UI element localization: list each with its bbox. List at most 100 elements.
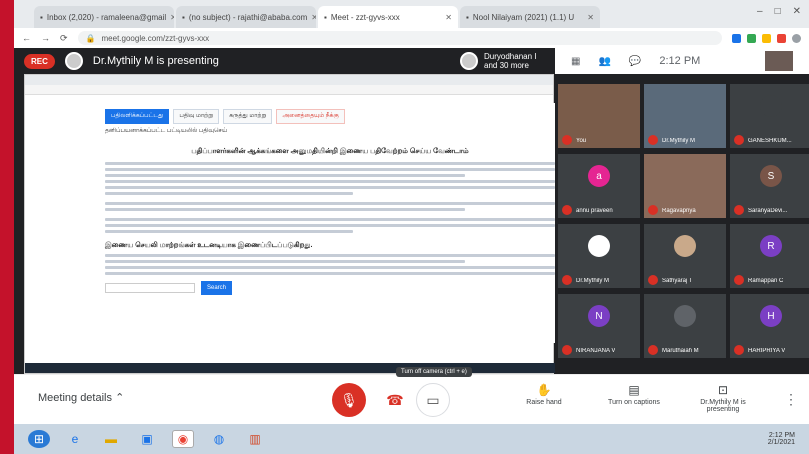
close-tab-icon[interactable]: ✕	[170, 13, 174, 22]
tab-label: Meet - zzt-gyvs-xxx	[330, 12, 400, 22]
browser-tab[interactable]: ▪ Meet - zzt-gyvs-xxx ✕	[318, 6, 458, 28]
chrome-icon[interactable]: ◉	[172, 430, 194, 448]
participant-tile[interactable]: R Ramappan C	[730, 224, 809, 288]
presenter-text: Dr.Mythily M is presenting	[92, 55, 219, 67]
participant-tile[interactable]: S SaranyaDevi...	[730, 154, 809, 218]
mic-muted-icon	[562, 275, 572, 285]
close-tab-icon[interactable]: ✕	[587, 13, 594, 22]
reload-icon[interactable]: ⟳	[60, 33, 68, 44]
document-title: பதிப்பாளர்களின் ஆக்கங்களை அனுமதியின்றி இ…	[191, 148, 469, 155]
address-bar[interactable]: 🔒 meet.google.com/zzt-gyvs-xxx	[77, 31, 722, 45]
participant-name: Ragavapriya	[662, 208, 696, 214]
participant-tile[interactable]: Ragavapriya	[644, 154, 726, 218]
presenting-button[interactable]: ⊡ Dr.Mythily M is presenting	[694, 383, 752, 413]
participant-name: Dr.Mythily M	[662, 138, 695, 144]
mic-muted-icon	[648, 135, 658, 145]
windows-taskbar: ⊞ e ▬ ▣ ◉ ◍ ▥ 2:12 PM 2/1/2021	[14, 424, 809, 454]
profile-icon[interactable]	[792, 33, 801, 43]
document-button-row: பதிலளிக்கப்பட்டது பதிவு மாற்று கருத்து மாற…	[105, 109, 555, 124]
browser-tab[interactable]: ▪ Nool Nilaiyam (2021) (1.1) U ✕	[460, 6, 600, 28]
more-options-icon[interactable]: ⋮	[784, 391, 798, 408]
others-avatar	[460, 52, 478, 70]
omnibar: ← → ⟳ 🔒 meet.google.com/zzt-gyvs-xxx	[14, 28, 809, 48]
ie-icon[interactable]: e	[64, 430, 86, 448]
folder-icon[interactable]: ▬	[100, 430, 122, 448]
time-display: 2:12 PM	[659, 55, 701, 67]
participant-avatar: H	[760, 305, 782, 327]
meeting-controls: Meeting details ⌃ Turn off camera (ctrl …	[14, 367, 809, 424]
participant-tile[interactable]: Dr.Mythily M	[644, 84, 726, 148]
camera-tooltip: Turn off camera (ctrl + e)	[396, 367, 472, 377]
app-icon[interactable]: ▣	[136, 430, 158, 448]
powerpoint-icon[interactable]: ▥	[244, 430, 266, 448]
chat-icon[interactable]: 💬	[629, 56, 641, 67]
presenting-label: Dr.Mythily M is presenting	[700, 399, 746, 413]
system-clock: 2:12 PM 2/1/2021	[768, 432, 795, 446]
browser-tab[interactable]: ▪ Inbox (2,020) - ramaleena@gmail ✕	[34, 6, 174, 28]
presentation-bar: REC Dr.Mythily M is presenting Duryodhan…	[14, 48, 554, 74]
favicon-icon: ▪	[324, 12, 327, 22]
zoom-icon[interactable]: ◍	[208, 430, 230, 448]
mic-muted-icon	[648, 275, 658, 285]
maximize-icon[interactable]: □	[775, 6, 781, 17]
camera-toggle-button[interactable]: ▭	[416, 383, 450, 417]
browser-tab[interactable]: ▪ (no subject) - rajathi@ababa.com ✕	[176, 6, 316, 28]
participant-tile[interactable]: Maruthaiah M	[644, 294, 726, 358]
participant-name: annu praveen	[576, 208, 613, 214]
participant-name: NIRANJANA V	[576, 348, 616, 354]
minimize-icon[interactable]: –	[757, 6, 763, 17]
start-button[interactable]: ⊞	[28, 430, 50, 448]
mic-toggle-button[interactable]: 🎙	[332, 383, 366, 417]
grid-icon[interactable]: ▦	[571, 56, 580, 67]
close-tab-icon[interactable]: ✕	[445, 13, 452, 22]
captions-label: Turn on captions	[608, 399, 660, 406]
document-button[interactable]: பதிவு மாற்று	[173, 109, 220, 124]
participant-tile[interactable]: a annu praveen	[558, 154, 640, 218]
self-video-thumb	[765, 51, 793, 71]
tab-list: ▪ Inbox (2,020) - ramaleena@gmail ✕ ▪ (no su…	[34, 6, 600, 28]
desktop-left-strip	[0, 0, 14, 454]
back-icon[interactable]: ←	[22, 33, 31, 43]
captions-icon: ▤	[628, 383, 640, 397]
participant-name: You	[576, 138, 587, 144]
extension-icon[interactable]	[732, 33, 741, 43]
search-button[interactable]: Search	[201, 281, 233, 295]
participant-tile[interactable]: You	[558, 84, 640, 148]
mic-muted-icon	[734, 205, 744, 215]
participant-tile[interactable]: GANESHKUM...	[730, 84, 809, 148]
participant-tile[interactable]: Dr.Mythily M	[558, 224, 640, 288]
forward-icon[interactable]: →	[41, 33, 50, 43]
meeting-details-button[interactable]: Meeting details ⌃	[38, 391, 124, 404]
participant-name: Dr.Mythily M	[576, 278, 609, 284]
leave-call-button[interactable]: ☎	[378, 383, 412, 417]
tab-label: Inbox (2,020) - ramaleena@gmail	[46, 12, 167, 22]
others-text: Duryodhanan I and 30 more	[484, 52, 537, 70]
participant-tile[interactable]: H HARIPRIYA V	[730, 294, 809, 358]
mic-muted-icon	[734, 135, 744, 145]
extension-icon[interactable]	[747, 33, 756, 43]
captions-button[interactable]: ▤ Turn on captions	[604, 383, 664, 406]
participant-name: HARIPRIYA V	[748, 348, 786, 354]
presenter-avatar	[64, 52, 83, 70]
mic-muted-icon	[648, 345, 658, 355]
people-icon[interactable]: 👥	[598, 56, 610, 67]
document-button[interactable]: பதிலளிக்கப்பட்டது	[105, 109, 170, 124]
participant-tile[interactable]: Sathyaraj T	[644, 224, 726, 288]
phone-hangup-icon: ☎	[386, 391, 404, 408]
document-button[interactable]: அனைத்தையும் நீக்கு	[276, 109, 345, 124]
participant-avatar: S	[760, 165, 782, 187]
raise-hand-button[interactable]: ✋ Raise hand	[514, 383, 574, 406]
extension-icon[interactable]	[762, 33, 771, 43]
chevron-up-icon: ⌃	[115, 392, 125, 404]
search-input[interactable]	[105, 283, 195, 293]
participant-avatar: N	[588, 305, 610, 327]
tab-label: (no subject) - rajathi@ababa.com	[188, 12, 308, 22]
extension-icon[interactable]	[777, 33, 786, 43]
close-icon[interactable]: ✕	[793, 6, 801, 17]
rec-badge: REC	[24, 53, 55, 69]
document-button[interactable]: கருத்து மாற்று	[223, 109, 273, 124]
mic-off-icon: 🎙	[340, 391, 358, 408]
close-tab-icon[interactable]: ✕	[311, 13, 316, 22]
participant-tile[interactable]: N NIRANJANA V	[558, 294, 640, 358]
mic-muted-icon	[648, 205, 658, 215]
